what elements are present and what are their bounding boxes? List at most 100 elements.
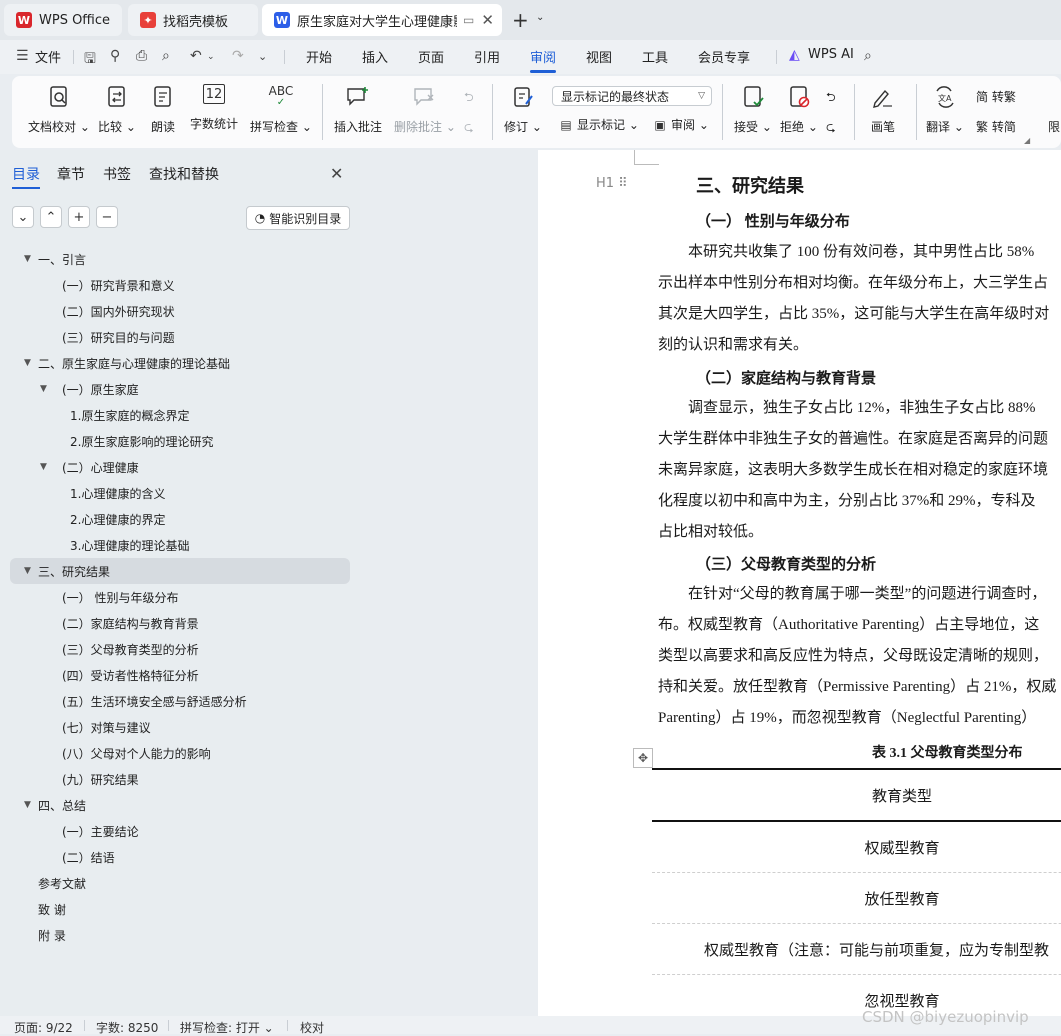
toc-item[interactable]: (二）家庭结构与教育背景 xyxy=(0,610,360,636)
toc-item[interactable]: (二）结语 xyxy=(0,844,360,870)
reject-button[interactable]: 拒绝 ⌄ xyxy=(780,84,818,135)
toc-item[interactable]: ▼ 二、原生家庭与心理健康的理论基础 xyxy=(0,350,360,376)
word-count-button[interactable]: 12 字数统计 xyxy=(190,84,238,132)
menu-review[interactable]: 审阅 xyxy=(530,47,557,73)
next-comment-icon[interactable]: ⮎ xyxy=(464,118,474,139)
close-icon[interactable]: ✕ xyxy=(330,164,343,183)
toc-item[interactable]: (二）国内外研究现状 xyxy=(0,298,360,324)
menu-insert[interactable]: 插入 xyxy=(362,47,388,66)
nav-tab-find-replace[interactable]: 查找和替换 xyxy=(149,164,219,184)
read-aloud-button[interactable]: 朗读 xyxy=(150,84,176,135)
remove-heading-icon[interactable]: − xyxy=(96,206,118,228)
toc-item[interactable]: (七）对策与建议 xyxy=(0,714,360,740)
toc-item[interactable]: 1.心理健康的含义 xyxy=(0,480,360,506)
collapse-up-icon[interactable]: ⌃ xyxy=(40,206,62,228)
toc-item[interactable]: 参考文献 xyxy=(0,870,360,896)
menu-file[interactable]: 文件 xyxy=(35,47,61,66)
menu-wps-ai[interactable]: WPS AI xyxy=(808,47,854,62)
tab-document[interactable]: W 原生家庭对大学生心理健康影响 ▭ ✕ xyxy=(262,4,502,36)
expand-arrow-icon[interactable]: ▼ xyxy=(40,462,47,472)
toc-item[interactable]: ▼ 一、引言 xyxy=(0,246,360,272)
menu-tools[interactable]: 工具 xyxy=(642,47,668,66)
translate-button[interactable]: 文A 翻译 ⌄ xyxy=(926,84,964,135)
toc-item[interactable]: (一）研究背景和意义 xyxy=(0,272,360,298)
nav-tab-toc[interactable]: 目录 xyxy=(12,164,40,189)
expand-icon[interactable]: ◢ xyxy=(1024,136,1030,145)
wps-logo-icon: W xyxy=(16,12,32,28)
customize-dropdown-icon[interactable]: ⌄ xyxy=(258,50,267,63)
chevron-down-icon[interactable]: ⌄ xyxy=(536,12,544,23)
next-change-icon[interactable]: ⮎ xyxy=(826,118,836,139)
toc-item[interactable]: ▼ (一）原生家庭 xyxy=(0,376,360,402)
toc-item-label: (一）原生家庭 xyxy=(62,382,139,397)
toc-item[interactable]: 致 谢 xyxy=(0,896,360,922)
collapse-down-icon[interactable]: ⌄ xyxy=(12,206,34,228)
menu-icon[interactable]: ☰ xyxy=(16,48,29,64)
toc-item[interactable]: ▼ (二）心理健康 xyxy=(0,454,360,480)
toc-item[interactable]: 3.心理健康的理论基础 xyxy=(0,532,360,558)
search-icon[interactable]: ⌕ xyxy=(864,48,872,64)
accept-button[interactable]: 接受 ⌄ xyxy=(734,84,772,135)
tab-template[interactable]: ✦ 找稻壳模板 xyxy=(128,4,258,36)
insert-comment-button[interactable]: 插入批注 xyxy=(334,84,382,135)
previous-comment-icon[interactable]: ⮌ xyxy=(464,88,474,109)
review-pane-button[interactable]: ▣ 审阅 ⌄ xyxy=(652,116,709,133)
show-markup-button[interactable]: ▤ 显示标记 ⌄ xyxy=(558,116,639,133)
expand-arrow-icon[interactable]: ▼ xyxy=(24,800,31,810)
close-tab-icon[interactable]: ✕ xyxy=(481,11,494,29)
toc-item[interactable]: (四）受访者性格特征分析 xyxy=(0,662,360,688)
expand-arrow-icon[interactable]: ▼ xyxy=(24,566,31,576)
toc-item[interactable]: ▼ 四、总结 xyxy=(0,792,360,818)
menu-view[interactable]: 视图 xyxy=(586,47,612,66)
revise-button[interactable]: 修订 ⌄ xyxy=(504,84,542,135)
expand-arrow-icon[interactable]: ▼ xyxy=(40,384,47,394)
nav-tab-bookmarks[interactable]: 书签 xyxy=(103,164,131,184)
expand-arrow-icon[interactable]: ▼ xyxy=(24,358,31,368)
undo-icon[interactable]: ↶ xyxy=(190,48,202,64)
smart-toc-button[interactable]: ◔ 智能识别目录 xyxy=(246,206,350,230)
heading-marker[interactable]: H1 ⠿ xyxy=(596,176,628,191)
menu-references[interactable]: 引用 xyxy=(474,47,500,66)
toc-item[interactable]: (一）主要结论 xyxy=(0,818,360,844)
print-icon[interactable]: ⎙ xyxy=(136,48,147,64)
to-traditional-button[interactable]: 简 转繁 xyxy=(976,88,1016,105)
redo-icon[interactable]: ↷ xyxy=(232,48,244,64)
toc-item[interactable]: (五）生活环境安全感与舒适感分析 xyxy=(0,688,360,714)
compare-button[interactable]: 比较 ⌄ xyxy=(98,84,136,135)
to-simplified-button[interactable]: 繁 转简 xyxy=(976,118,1016,135)
word-count-indicator[interactable]: 字数: 8250 xyxy=(96,1019,158,1036)
new-tab-icon[interactable]: + xyxy=(512,8,529,32)
save-icon[interactable]: 🖫 xyxy=(84,48,96,72)
toc-item[interactable]: (三）研究目的与问题 xyxy=(0,324,360,350)
page-indicator[interactable]: 页面: 9/22 xyxy=(14,1019,73,1036)
toc-item[interactable]: 1.原生家庭的概念界定 xyxy=(0,402,360,428)
nav-tab-sections[interactable]: 章节 xyxy=(57,164,85,184)
previous-change-icon[interactable]: ⮌ xyxy=(826,88,836,109)
undo-dropdown-icon[interactable]: ⌄ xyxy=(207,52,215,62)
limit-label[interactable]: 限 xyxy=(1048,118,1060,135)
share-icon[interactable]: ⚲ xyxy=(110,48,120,64)
ink-button[interactable]: 画笔 xyxy=(870,84,896,135)
expand-arrow-icon[interactable]: ▼ xyxy=(24,254,31,264)
toc-item[interactable]: 2.心理健康的界定 xyxy=(0,506,360,532)
toc-item[interactable]: (一） 性别与年级分布 xyxy=(0,584,360,610)
toc-item[interactable]: 附 录 xyxy=(0,922,360,948)
print-preview-icon[interactable]: ⌕ xyxy=(162,48,170,64)
menu-page[interactable]: 页面 xyxy=(418,47,444,66)
toc-item[interactable]: (八）父母对个人能力的影响 xyxy=(0,740,360,766)
tab-wps-office[interactable]: W WPS Office xyxy=(4,4,122,36)
proofread-button[interactable]: 校对 xyxy=(300,1019,324,1036)
table-move-handle-icon[interactable]: ✥ xyxy=(633,748,653,768)
spell-check-button[interactable]: ABC ✓ 拼写检查 ⌄ xyxy=(250,84,312,135)
add-heading-icon[interactable]: + xyxy=(68,206,90,228)
toc-item[interactable]: (三）父母教育类型的分析 xyxy=(0,636,360,662)
toc-item[interactable]: ▼ 三、研究结果 xyxy=(10,558,350,584)
delete-comment-button[interactable]: 删除批注 ⌄ xyxy=(394,84,456,135)
menu-home[interactable]: 开始 xyxy=(306,47,332,66)
spell-check-indicator[interactable]: 拼写检查: 打开 ⌄ xyxy=(180,1019,274,1036)
menu-member[interactable]: 会员专享 xyxy=(698,47,750,66)
toc-item[interactable]: (九）研究结果 xyxy=(0,766,360,792)
doc-check-button[interactable]: 文档校对 ⌄ xyxy=(28,84,90,135)
markup-mode-select[interactable]: 显示标记的最终状态 ▽ xyxy=(552,86,712,106)
toc-item[interactable]: 2.原生家庭影响的理论研究 xyxy=(0,428,360,454)
